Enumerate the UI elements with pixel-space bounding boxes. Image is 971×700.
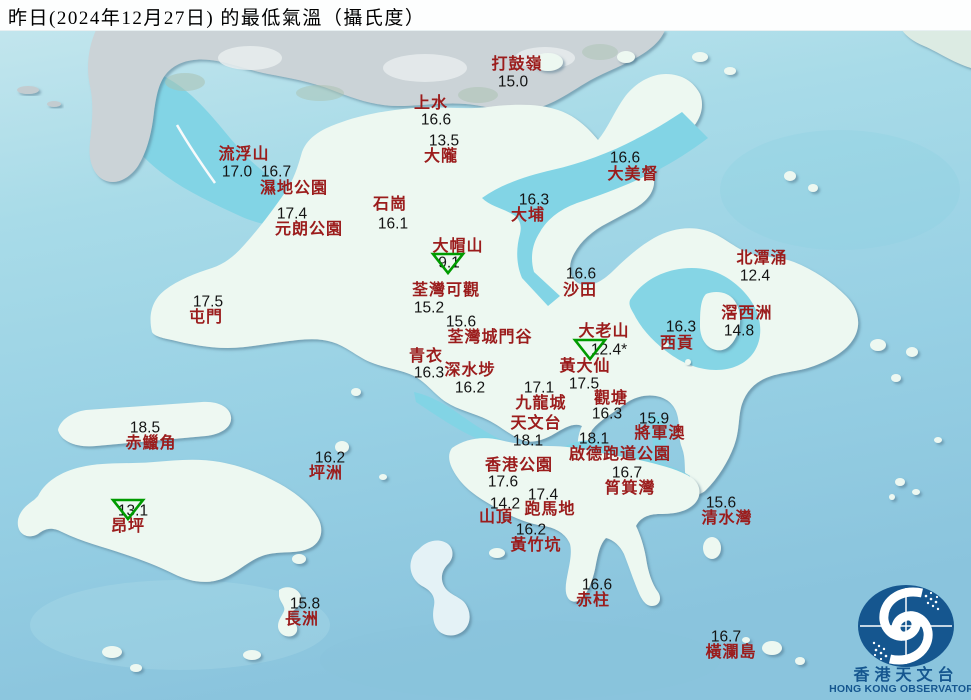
station-label: 屯門 bbox=[188, 309, 224, 326]
logo-name-zh: 香港天文台 bbox=[853, 667, 959, 684]
station-value: 13.5 bbox=[428, 132, 460, 150]
station-label: 流浮山 bbox=[218, 146, 270, 163]
station-value: 16.3 bbox=[591, 405, 623, 423]
station-label: 黃竹坑 bbox=[510, 537, 562, 554]
station-label: 荃灣城門谷 bbox=[447, 329, 533, 346]
station-value: 16.6 bbox=[420, 111, 452, 129]
station-label: 橫瀾島 bbox=[705, 644, 757, 661]
station-value: 16.6 bbox=[609, 149, 641, 167]
station-label: 跑馬地 bbox=[524, 501, 576, 518]
station-value: 16.3 bbox=[413, 364, 445, 382]
station-value: 15.8 bbox=[289, 595, 321, 613]
station-value: 15.6 bbox=[705, 494, 737, 512]
station-value: 16.7 bbox=[611, 464, 643, 482]
station-value: 12.4 bbox=[739, 267, 771, 285]
station-value: 17.5 bbox=[192, 293, 224, 311]
station-value: 14.8 bbox=[723, 322, 755, 340]
station-label: 赤鱲角 bbox=[125, 435, 177, 452]
station-value: 15.2 bbox=[413, 299, 445, 317]
page-title: 昨日(2024年12月27日) 的最低氣溫（攝氏度） bbox=[8, 8, 426, 29]
station-label: 荃灣可觀 bbox=[411, 282, 481, 299]
station-label: 大老山 bbox=[578, 323, 630, 340]
station-label: 沙田 bbox=[562, 282, 598, 299]
station-label: 清水灣 bbox=[701, 510, 753, 527]
station-value: 15.0 bbox=[497, 73, 529, 91]
station-value: 16.7 bbox=[260, 163, 292, 181]
station-value: 16.7 bbox=[710, 628, 742, 646]
station-value: 17.4 bbox=[276, 205, 308, 223]
station-value: 16.3 bbox=[518, 191, 550, 209]
title-bar: 昨日(2024年12月27日) 的最低氣溫（攝氏度） bbox=[0, 0, 971, 31]
station-label: 大埔 bbox=[510, 207, 546, 224]
station-label: 天文台 bbox=[510, 415, 562, 432]
station-value: 16.2 bbox=[515, 521, 547, 539]
station-label: 將軍澳 bbox=[634, 425, 686, 442]
station-label: 山頂 bbox=[478, 509, 514, 526]
station-value: 18.1 bbox=[578, 430, 610, 448]
station-value: 18.1 bbox=[512, 432, 544, 450]
station-value: 17.0 bbox=[221, 163, 253, 181]
station-label: 上水 bbox=[413, 95, 449, 112]
station-label: 青衣 bbox=[408, 348, 444, 365]
station-value: 16.6 bbox=[581, 576, 613, 594]
station-value: 13.1 bbox=[117, 502, 149, 520]
station-label: 筲箕灣 bbox=[604, 480, 656, 497]
station-value: 18.5 bbox=[129, 419, 161, 437]
station-label: 石崗 bbox=[372, 196, 408, 213]
station-label: 昂坪 bbox=[110, 518, 146, 535]
station-value: 16.2 bbox=[454, 379, 486, 397]
station-value: 12.4* bbox=[590, 341, 628, 359]
station-label: 大隴 bbox=[423, 148, 459, 165]
station-label: 元朗公園 bbox=[274, 221, 344, 238]
station-value: 16.2 bbox=[314, 449, 346, 467]
station-label: 長洲 bbox=[284, 611, 320, 628]
station-label: 濕地公園 bbox=[259, 180, 329, 197]
station-label: 大美督 bbox=[607, 166, 659, 183]
station-label: 大帽山 bbox=[432, 238, 484, 255]
logo-name-en: HONG KONG OBSERVATORY bbox=[829, 683, 971, 695]
station-label: 打鼓嶺 bbox=[491, 56, 543, 73]
station-label: 西貢 bbox=[659, 335, 695, 352]
station-label: 滘西洲 bbox=[721, 305, 773, 322]
station-label: 黃大仙 bbox=[559, 358, 611, 375]
station-label: 九龍城 bbox=[515, 395, 567, 412]
stations-layer: 15.0 打鼓嶺 16.6 上水 13.5 大隴 17.0 流浮山 16.7 濕地公園 17.4 元朗… bbox=[0, 0, 971, 700]
station-label: 赤柱 bbox=[575, 592, 611, 609]
station-value: 17.6 bbox=[487, 473, 519, 491]
station-value: 16.6 bbox=[565, 265, 597, 283]
station-value: 16.3 bbox=[665, 318, 697, 336]
station-value: 17.1 bbox=[523, 379, 555, 397]
station-label: 北潭涌 bbox=[736, 250, 788, 267]
station-label: 坪洲 bbox=[308, 465, 344, 482]
station-label: 啟德跑道公園 bbox=[568, 446, 672, 463]
station-value: 16.1 bbox=[377, 215, 409, 233]
station-label: 香港公園 bbox=[484, 457, 554, 474]
station-label: 深水埗 bbox=[444, 362, 496, 379]
station-label: 觀塘 bbox=[593, 390, 629, 407]
station-value: 15.6 bbox=[445, 313, 477, 331]
station-value: 9.1 bbox=[438, 254, 460, 272]
